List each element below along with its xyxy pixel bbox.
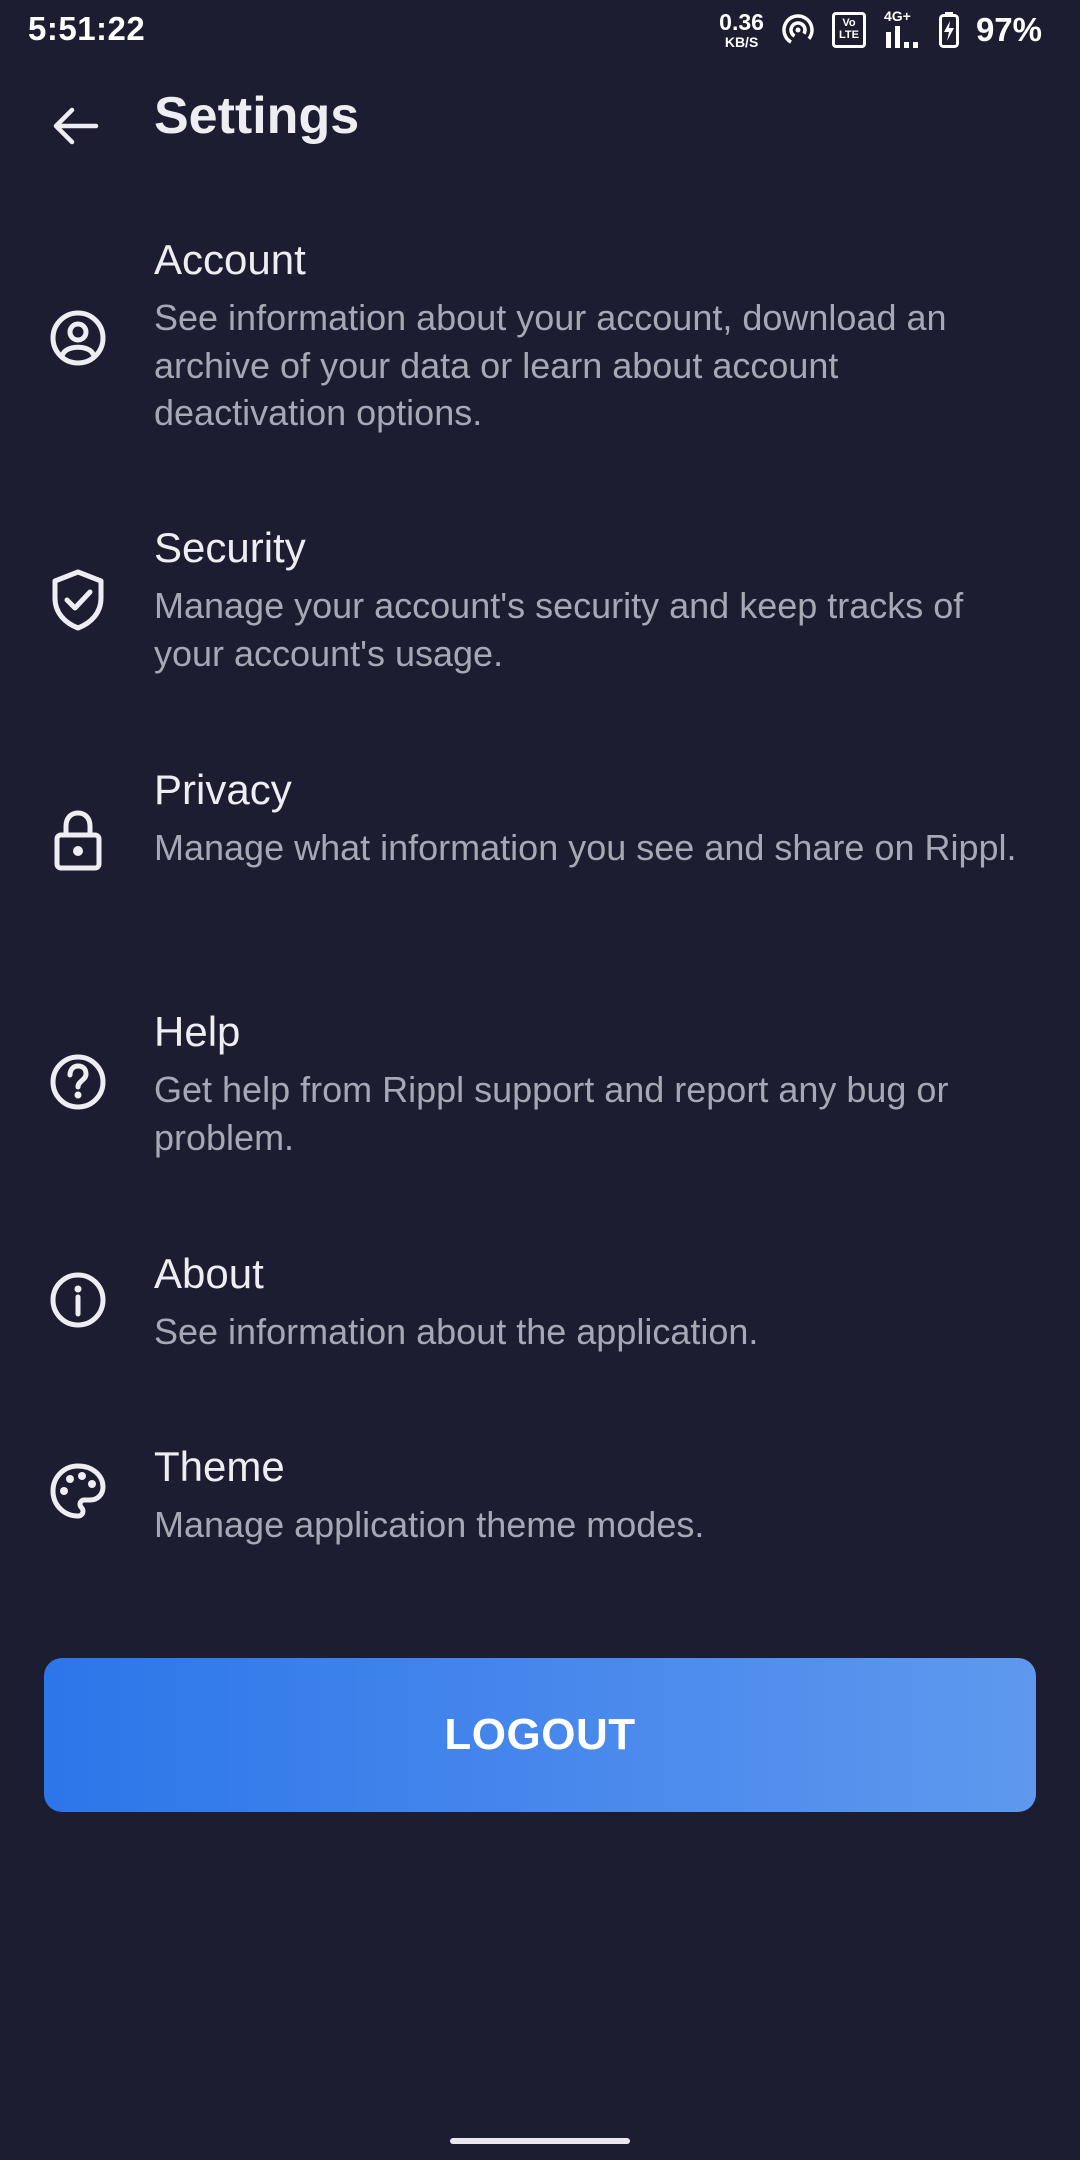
network-speed-unit: KB/S xyxy=(724,34,759,50)
status-icons: 0.36 KB/S Vo LTE 4G+ 97% xyxy=(719,8,1042,52)
gesture-nav-bar[interactable] xyxy=(450,2138,630,2144)
settings-item-description: Manage your account's security and keep … xyxy=(154,585,964,674)
hotspot-icon xyxy=(782,14,814,46)
network-speed: 0.36 KB/S xyxy=(719,9,764,50)
settings-item-security[interactable]: Security Manage your account's security … xyxy=(0,524,1080,684)
settings-item-title: About xyxy=(154,1250,264,1297)
settings-item-title: Theme xyxy=(154,1443,285,1490)
settings-item-title: Security xyxy=(154,524,306,571)
volte-bottom-label: LTE xyxy=(838,29,859,41)
settings-item-privacy[interactable]: Privacy Manage what information you see … xyxy=(0,766,1080,926)
back-button[interactable] xyxy=(40,90,112,162)
settings-item-account[interactable]: Account See information about your accou… xyxy=(0,236,1080,446)
info-circle-icon xyxy=(46,1268,110,1332)
settings-item-description: See information about your account, down… xyxy=(154,297,947,433)
battery-percent: 97% xyxy=(975,11,1042,48)
settings-item-theme[interactable]: Theme Manage application theme modes. xyxy=(0,1443,1080,1563)
signal-icon: 4G+ xyxy=(882,8,922,50)
settings-item-help[interactable]: Help Get help from Rippl support and rep… xyxy=(0,1008,1080,1168)
account-circle-icon xyxy=(46,306,110,370)
settings-item-title: Account xyxy=(154,236,306,283)
palette-icon xyxy=(46,1459,110,1523)
battery-charging-icon xyxy=(938,12,959,48)
logout-button[interactable]: LOGOUT xyxy=(44,1658,1036,1812)
settings-item-description: See information about the application. xyxy=(154,1311,759,1352)
lock-icon xyxy=(46,808,110,872)
settings-item-title: Help xyxy=(154,1008,241,1055)
settings-item-description: Manage application theme modes. xyxy=(154,1504,705,1545)
status-bar: 5:51:22 0.36 KB/S Vo LTE 4G+ 97% xyxy=(0,0,1080,60)
status-time: 5:51:22 xyxy=(28,10,146,47)
network-speed-value: 0.36 xyxy=(719,9,764,35)
volte-icon: Vo LTE xyxy=(831,12,866,48)
settings-item-about[interactable]: About See information about the applicat… xyxy=(0,1250,1080,1370)
settings-item-description: Manage what information you see and shar… xyxy=(154,827,1017,868)
settings-item-description: Get help from Rippl support and report a… xyxy=(154,1069,949,1158)
help-circle-icon xyxy=(46,1050,110,1114)
settings-item-title: Privacy xyxy=(154,766,292,813)
page-title: Settings xyxy=(154,87,360,145)
shield-check-icon xyxy=(46,568,110,632)
arrow-left-icon xyxy=(53,107,99,145)
app-header: Settings xyxy=(0,70,1080,170)
